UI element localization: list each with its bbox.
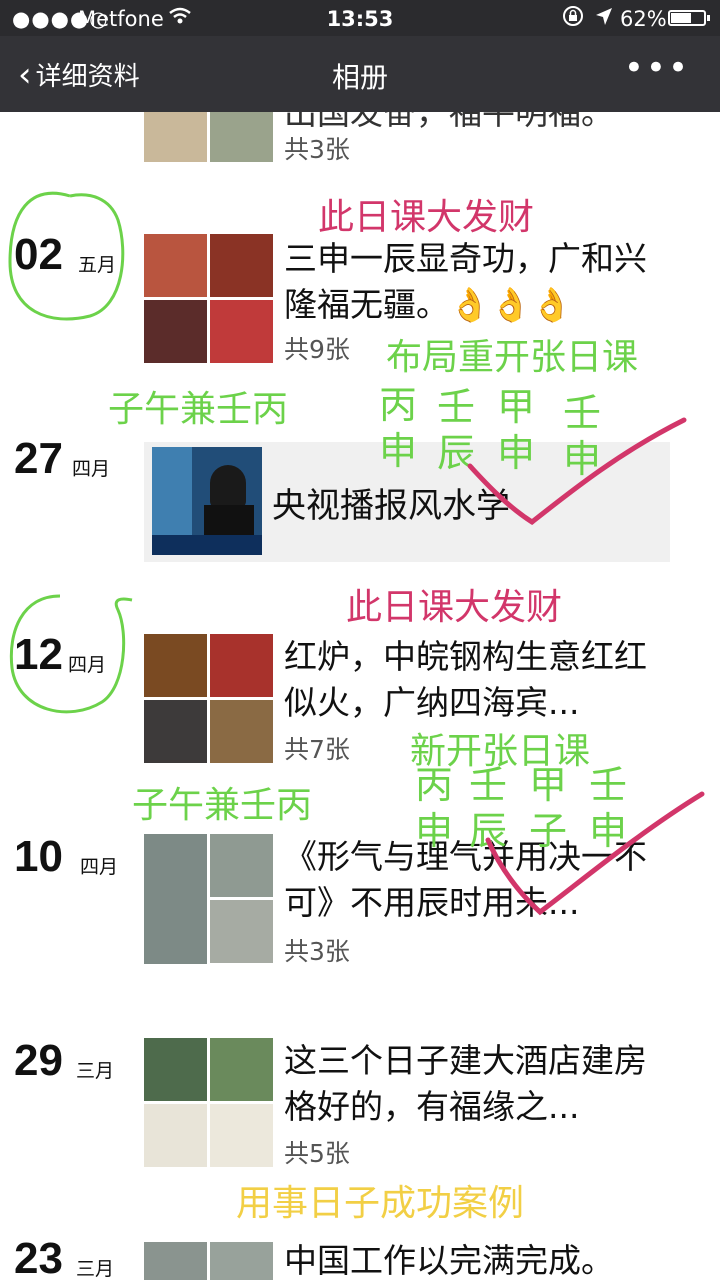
check-mark [467, 417, 687, 526]
annotation-strokes [8, 191, 705, 916]
more-icon[interactable]: ••• [624, 48, 690, 88]
battery-percent: 62% [620, 7, 667, 31]
rotation-lock-icon [562, 5, 584, 32]
check-mark [485, 791, 705, 916]
circle-mark [8, 191, 125, 321]
circle-mark [9, 594, 133, 714]
page-title: 相册 [331, 61, 388, 94]
status-bar: ●●●●○ Metfone 13:53 62% [0, 0, 720, 36]
album-feed: 出国发奋，福平明福。 共3张 02 五月 三申一辰显奇功，广和兴隆福无疆。👌👌👌… [0, 112, 720, 1280]
battery-icon [668, 10, 710, 26]
nav-bar: ‹ 详细资料 相册 ••• [0, 36, 720, 112]
location-icon [594, 6, 614, 33]
